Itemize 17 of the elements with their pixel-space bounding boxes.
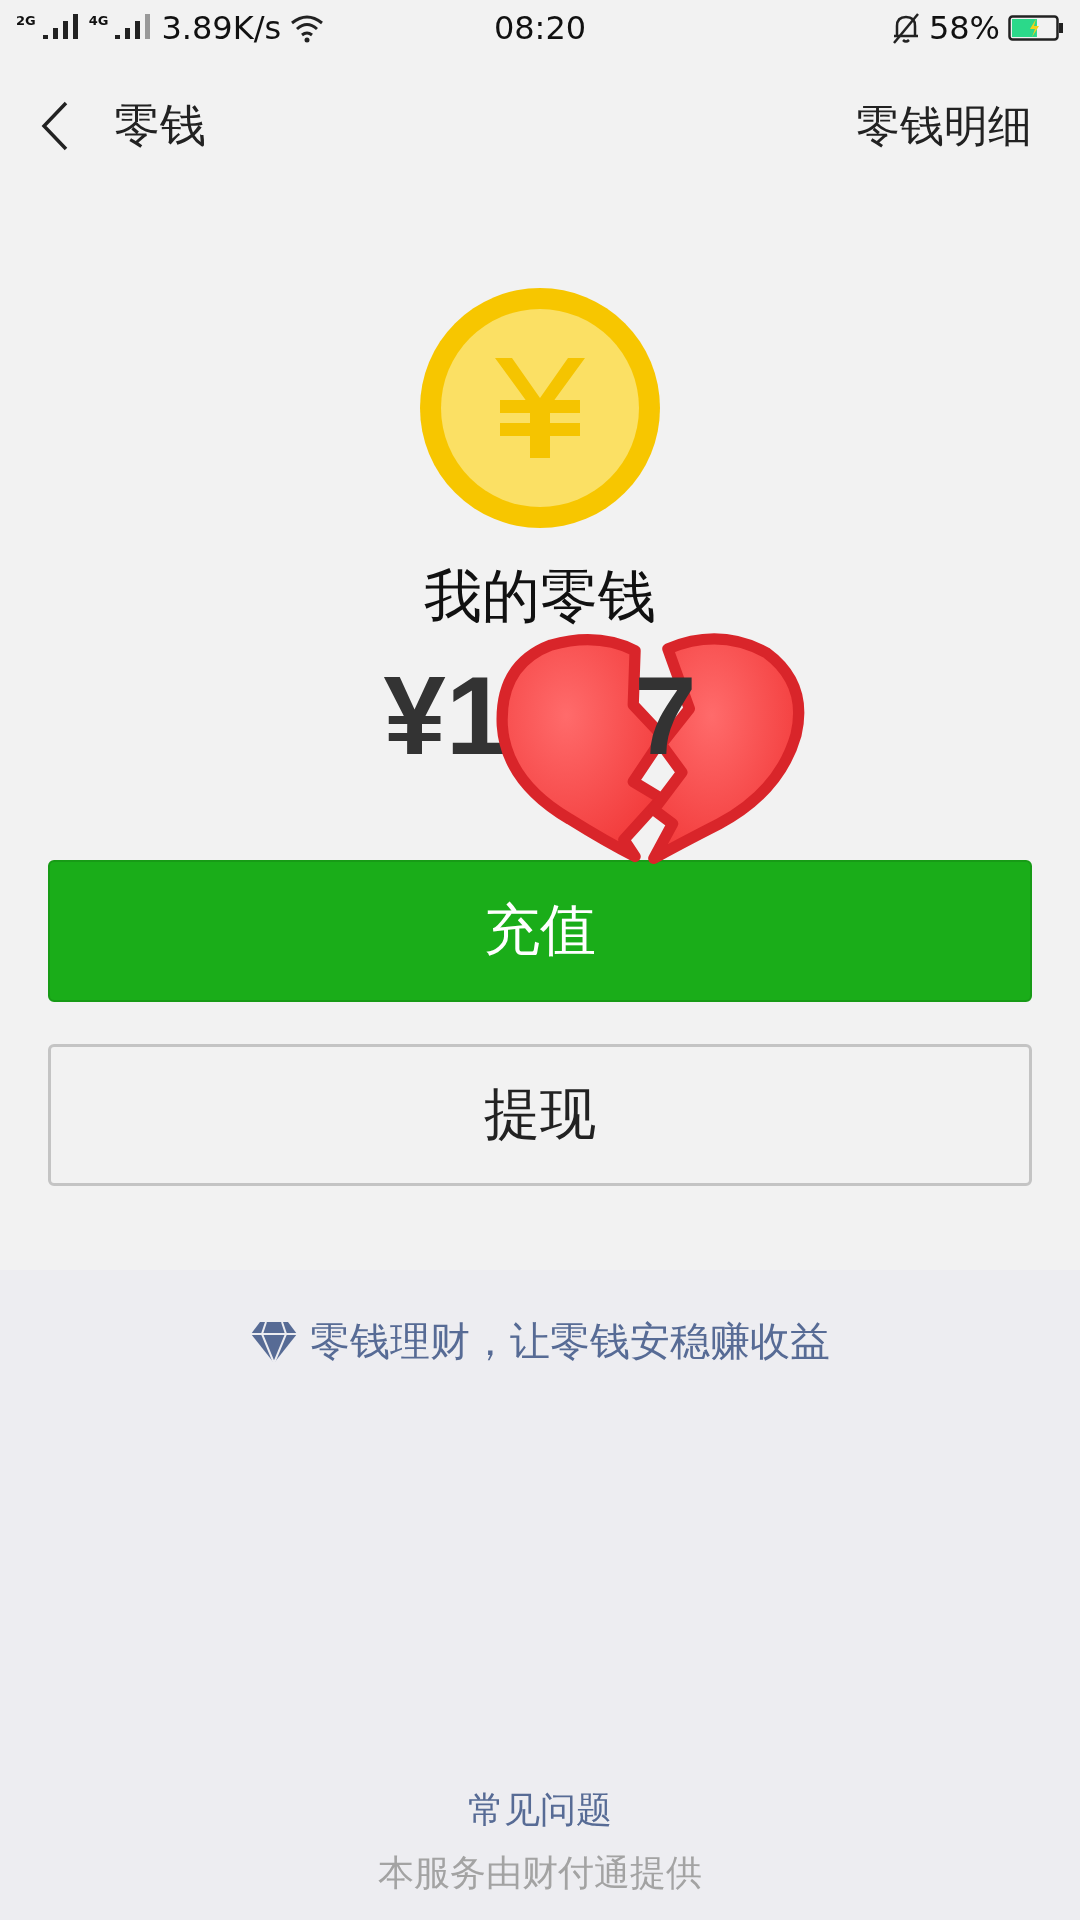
details-link[interactable]: 零钱明细 — [856, 96, 1032, 156]
balance-label: 我的零钱 — [424, 561, 656, 632]
network-type-label: 2G — [16, 13, 36, 28]
diamond-icon — [250, 1319, 298, 1364]
withdraw-button[interactable]: 提现 — [48, 1044, 1032, 1186]
page-title: 零钱 — [114, 97, 207, 154]
network-type-label: 4G — [88, 13, 109, 28]
top-up-button[interactable]: 充值 — [48, 860, 1032, 1002]
wealth-management-link[interactable]: 零钱理财，让零钱安稳赚收益 — [250, 1314, 830, 1369]
network-speed: 3.89K/s — [161, 9, 282, 47]
muted-bell-icon — [890, 12, 921, 44]
faq-link[interactable]: 常见问题 — [468, 1786, 612, 1835]
back-icon[interactable] — [40, 100, 70, 152]
provider-note: 本服务由财付通提供 — [378, 1851, 702, 1895]
battery-percent: 58% — [928, 9, 1000, 47]
clock: 08:20 — [493, 9, 587, 47]
coin-icon — [420, 288, 660, 528]
